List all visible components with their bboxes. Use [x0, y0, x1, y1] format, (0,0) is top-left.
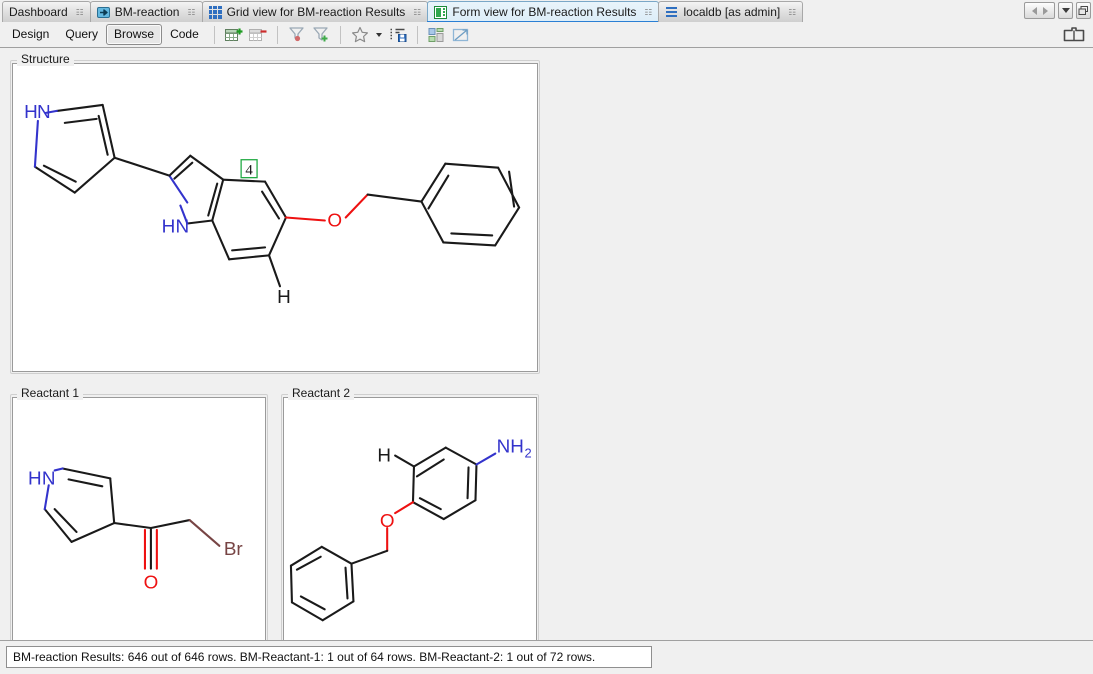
structure-panel: Structure — [10, 54, 540, 374]
menu-browse[interactable]: Browse — [106, 24, 162, 45]
atom-label-HN: H — [162, 216, 176, 237]
menu-design[interactable]: Design — [4, 24, 57, 45]
add-row-icon[interactable] — [224, 25, 244, 45]
tab-bm-reaction[interactable]: BM-reaction ☷ — [90, 1, 203, 22]
application-window: Dashboard ☷ BM-reaction ☷ Grid view for … — [0, 0, 1093, 674]
scroll-tabs-right-icon[interactable] — [1043, 7, 1048, 15]
widgets-icon[interactable] — [427, 25, 447, 45]
tab-label: Form view for BM-reaction Results — [452, 5, 636, 19]
toolbar-separator — [277, 26, 278, 44]
tab-form-view[interactable]: Form view for BM-reaction Results ☷ — [427, 1, 659, 22]
atom-label-H: H — [277, 287, 291, 308]
structure-molecule-drawing: H N H N O H 4 — [13, 64, 537, 371]
menu-query[interactable]: Query — [57, 24, 106, 45]
toolbar: Design Query Browse Code — [0, 22, 1093, 48]
tab-close-icon[interactable]: ☷ — [187, 8, 195, 16]
grid-icon — [209, 6, 222, 19]
svg-text:4: 4 — [245, 163, 253, 179]
svg-text:N: N — [37, 102, 51, 123]
favorite-star-icon[interactable] — [350, 25, 370, 45]
arrow-right-icon — [97, 6, 110, 19]
restore-window-icon — [1078, 5, 1089, 16]
atom-label-NH2: NH — [497, 436, 524, 457]
atom-label-O: O — [380, 510, 395, 531]
save-list-icon[interactable] — [388, 25, 408, 45]
atom-map-label: 4 — [241, 160, 257, 179]
delete-row-icon[interactable] — [248, 25, 268, 45]
tab-localdb[interactable]: localdb [as admin] ☷ — [658, 1, 803, 22]
filter-remove-icon[interactable] — [287, 25, 307, 45]
atom-label-O: O — [144, 572, 159, 593]
tab-close-icon[interactable]: ☷ — [413, 8, 421, 16]
structure-molecule-canvas[interactable]: H N H N O H 4 — [12, 63, 538, 372]
tab-grid-view[interactable]: Grid view for BM-reaction Results ☷ — [202, 1, 429, 22]
reactant-2-molecule-drawing: H NH 2 O — [284, 398, 536, 655]
tab-close-icon[interactable]: ☷ — [788, 8, 796, 16]
atom-label-Br: Br — [224, 538, 243, 559]
status-message: BM-reaction Results: 646 out of 646 rows… — [6, 646, 652, 668]
tab-label: BM-reaction — [115, 5, 180, 19]
reactant-1-molecule-canvas[interactable]: H N Br O — [12, 397, 266, 656]
tab-label: Dashboard — [9, 5, 68, 19]
tab-close-icon[interactable]: ☷ — [76, 8, 84, 16]
svg-text:N: N — [42, 467, 56, 488]
menu-code[interactable]: Code — [162, 24, 207, 45]
atom-label-H: H — [377, 445, 391, 466]
tab-list-dropdown-icon — [1062, 8, 1070, 13]
atom-label-HN: H — [24, 102, 38, 123]
reactant-2-molecule-canvas[interactable]: H NH 2 O — [283, 397, 537, 656]
tab-label: localdb [as admin] — [683, 5, 780, 19]
reactant-1-panel: Reactant 1 — [10, 388, 268, 658]
toolbar-separator — [417, 26, 418, 44]
tab-label: Grid view for BM-reaction Results — [227, 5, 406, 19]
tab-list-dropdown-button[interactable] — [1058, 2, 1073, 19]
tab-dashboard[interactable]: Dashboard ☷ — [2, 1, 91, 22]
reactant-2-title: Reactant 2 — [288, 387, 354, 400]
form-icon — [434, 6, 447, 19]
book-view-icon[interactable] — [1063, 25, 1085, 43]
toolbar-separator — [214, 26, 215, 44]
svg-text:N: N — [176, 216, 190, 237]
status-bar: BM-reaction Results: 646 out of 646 rows… — [0, 640, 1093, 674]
scroll-tabs-left-icon[interactable] — [1032, 7, 1037, 15]
reactant-2-panel: Reactant 2 — [281, 388, 539, 658]
atom-label-O: O — [327, 210, 342, 231]
favorite-dropdown-icon[interactable] — [374, 25, 384, 45]
svg-text:H: H — [28, 467, 42, 488]
tab-close-icon[interactable]: ☷ — [644, 8, 652, 16]
tab-bar: Dashboard ☷ BM-reaction ☷ Grid view for … — [0, 0, 1093, 22]
svg-text:2: 2 — [524, 446, 531, 461]
reactant-1-title: Reactant 1 — [17, 387, 83, 400]
toolbar-separator — [340, 26, 341, 44]
reactant-1-molecule-drawing: H N Br O — [13, 398, 265, 655]
tab-scroll-buttons[interactable] — [1024, 2, 1055, 19]
restore-window-button[interactable] — [1076, 2, 1091, 19]
filter-add-icon[interactable] — [311, 25, 331, 45]
tab-navigation — [1024, 2, 1091, 19]
export-icon[interactable] — [451, 25, 471, 45]
form-view-content: Structure — [0, 48, 1093, 640]
structure-panel-title: Structure — [17, 53, 74, 66]
lines-icon — [665, 6, 678, 19]
